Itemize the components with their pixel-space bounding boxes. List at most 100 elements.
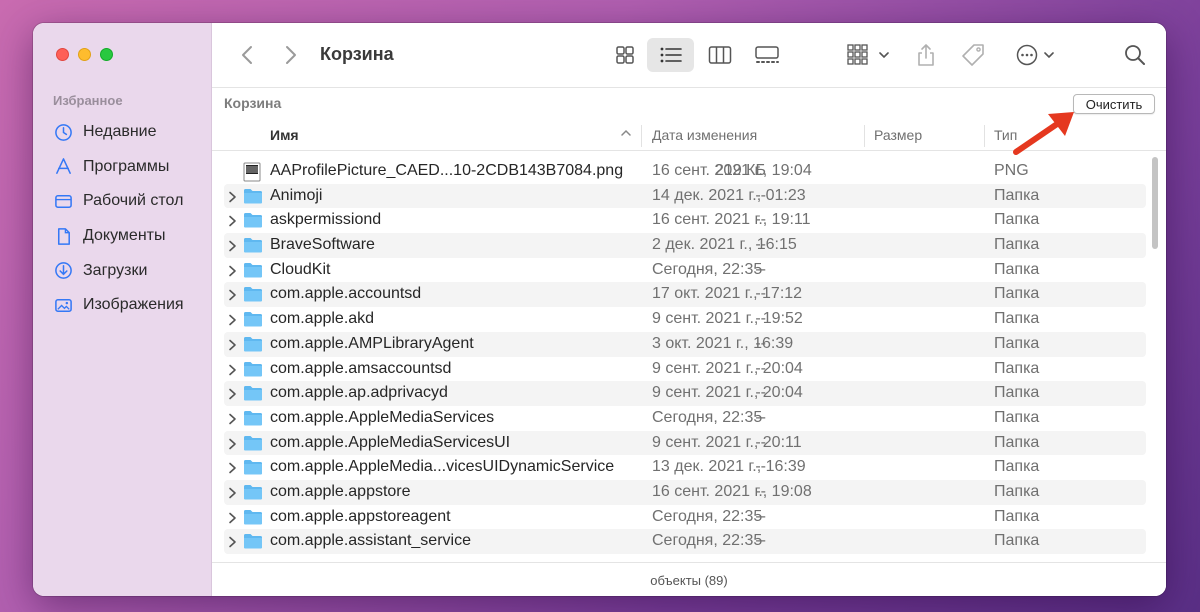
search-button[interactable] bbox=[1120, 38, 1150, 72]
column-divider[interactable] bbox=[864, 125, 865, 147]
file-row[interactable]: com.apple.AppleMedia...vicesUIDynamicSer… bbox=[224, 455, 1146, 480]
chevron-left-icon bbox=[242, 46, 252, 64]
file-row[interactable]: com.apple.akd 9 сент. 2021 г., 19:52 -- Пап… bbox=[224, 307, 1146, 332]
more-actions-button[interactable] bbox=[1012, 38, 1058, 72]
disclosure-chevron-icon[interactable] bbox=[228, 461, 237, 479]
minimize-window-button[interactable] bbox=[78, 48, 91, 61]
disclosure-chevron-icon[interactable] bbox=[228, 412, 237, 430]
disclosure-chevron-icon[interactable] bbox=[228, 535, 237, 553]
view-gallery-button[interactable] bbox=[750, 38, 784, 72]
file-size: -- bbox=[755, 236, 766, 254]
folder-icon bbox=[243, 236, 263, 259]
sidebar-item-desktop[interactable]: Рабочий стол bbox=[45, 184, 203, 219]
file-size: -- bbox=[755, 334, 766, 352]
column-date-header[interactable]: Дата изменения bbox=[652, 127, 757, 143]
file-row[interactable]: askpermissiond 16 сент. 2021 г., 19:11 -- П… bbox=[224, 208, 1146, 233]
zoom-window-button[interactable] bbox=[100, 48, 113, 61]
file-row[interactable]: Animoji 14 дек. 2021 г., 01:23 -- Папка bbox=[224, 183, 1146, 209]
file-date: 9 сент. 2021 г., 20:04 bbox=[652, 359, 803, 377]
file-date: Сегодня, 22:35 bbox=[652, 532, 763, 550]
grid-view-icon bbox=[616, 46, 634, 64]
file-row[interactable]: com.apple.accountsd 17 окт. 2021 г., 17:1… bbox=[224, 282, 1146, 308]
file-size: -- bbox=[755, 359, 766, 377]
file-name: com.apple.AppleMedia...vicesUIDynamicSer… bbox=[270, 458, 615, 476]
column-divider[interactable] bbox=[641, 125, 642, 147]
file-size: -- bbox=[755, 211, 766, 229]
scrollbar-thumb[interactable] bbox=[1152, 157, 1158, 249]
disclosure-chevron-icon[interactable] bbox=[228, 338, 237, 356]
folder-icon bbox=[243, 458, 263, 481]
disclosure-chevron-icon[interactable] bbox=[228, 486, 237, 504]
file-date: Сегодня, 22:35 bbox=[652, 507, 763, 525]
file-name: com.apple.assistant_service bbox=[270, 532, 471, 550]
back-button[interactable] bbox=[236, 41, 258, 69]
disclosure-chevron-icon[interactable] bbox=[228, 214, 237, 232]
disclosure-chevron-icon[interactable] bbox=[228, 239, 237, 257]
sidebar-item-label: Недавние bbox=[83, 123, 157, 141]
folder-icon bbox=[243, 211, 263, 234]
disclosure-chevron-icon[interactable] bbox=[228, 387, 237, 405]
forward-button[interactable] bbox=[280, 41, 302, 69]
file-row[interactable]: com.apple.appstore 16 сент. 2021 г., 19:0… bbox=[224, 479, 1146, 506]
file-row[interactable]: com.apple.AppleMediaServices Сегодня, 22:… bbox=[224, 406, 1146, 431]
share-button[interactable] bbox=[912, 38, 940, 72]
file-size: 219 КБ bbox=[715, 162, 766, 179]
column-divider[interactable] bbox=[984, 125, 985, 147]
sidebar-item-label: Загрузки bbox=[83, 261, 148, 279]
disclosure-chevron-icon[interactable] bbox=[228, 288, 237, 306]
file-size: -- bbox=[755, 186, 766, 204]
view-icons-button[interactable] bbox=[610, 38, 640, 72]
file-date: 16 сент. 2021 г., 19:11 bbox=[652, 211, 811, 229]
sidebar-section-favorites: Избранное bbox=[53, 93, 123, 108]
applications-icon bbox=[56, 158, 71, 175]
status-bar: объекты (89) bbox=[212, 562, 1166, 596]
file-row[interactable]: com.apple.AMPLibraryAgent 3 окт. 2021 г.,… bbox=[224, 331, 1146, 358]
disclosure-chevron-icon[interactable] bbox=[228, 363, 237, 381]
sidebar-item-downloads[interactable]: Загрузки bbox=[45, 253, 203, 288]
disclosure-chevron-icon[interactable] bbox=[228, 190, 237, 208]
disclosure-chevron-icon[interactable] bbox=[228, 313, 237, 331]
column-size-header[interactable]: Размер bbox=[874, 127, 922, 143]
file-size: -- bbox=[755, 458, 766, 476]
file-row[interactable]: CloudKit Сегодня, 22:35 -- Папка bbox=[224, 258, 1146, 283]
file-row[interactable]: com.apple.ap.adprivacyd 9 сент. 2021 г., … bbox=[224, 381, 1146, 406]
sort-ascending-icon[interactable] bbox=[620, 129, 632, 137]
sidebar-item-recents[interactable]: Недавние bbox=[45, 115, 203, 150]
annotation-arrow-icon bbox=[1013, 112, 1074, 155]
folder-icon bbox=[243, 483, 263, 506]
sidebar-item-pictures[interactable]: Изображения bbox=[45, 288, 203, 323]
file-row[interactable]: com.apple.assistant_service Сегодня, 22:3… bbox=[224, 529, 1146, 554]
file-row[interactable]: BraveSoftware 2 дек. 2021 г., 16:15 -- Папк… bbox=[224, 233, 1146, 258]
empty-trash-button[interactable]: Очистить bbox=[1073, 94, 1155, 114]
view-list-button[interactable] bbox=[647, 38, 694, 72]
file-row[interactable]: com.apple.AppleMediaServicesUI 9 сент. 20… bbox=[224, 430, 1146, 456]
sidebar-item-applications[interactable]: Программы bbox=[45, 150, 203, 185]
file-kind: Папка bbox=[994, 260, 1040, 278]
file-row[interactable]: com.apple.amsaccountsd 9 сент. 2021 г., 2… bbox=[224, 357, 1146, 382]
clock-icon bbox=[55, 123, 72, 141]
disclosure-chevron-icon[interactable] bbox=[228, 437, 237, 455]
chevron-down-icon bbox=[879, 52, 889, 59]
file-row[interactable]: com.apple.appstoreagent Сегодня, 22:35 -- П… bbox=[224, 505, 1146, 530]
disclosure-chevron-icon[interactable] bbox=[228, 511, 237, 529]
file-kind: Папка bbox=[994, 458, 1040, 476]
sidebar-item-documents[interactable]: Документы bbox=[45, 219, 203, 254]
photos-icon bbox=[55, 298, 72, 312]
disclosure-chevron-icon[interactable] bbox=[228, 264, 237, 282]
tags-button[interactable] bbox=[958, 38, 990, 72]
close-window-button[interactable] bbox=[56, 48, 69, 61]
file-kind: Папка bbox=[994, 433, 1040, 451]
file-size: -- bbox=[755, 507, 766, 525]
file-kind: Папка bbox=[994, 482, 1040, 500]
file-kind: Папка bbox=[994, 310, 1040, 328]
view-columns-button[interactable] bbox=[705, 38, 735, 72]
file-row[interactable]: AAProfilePicture_CAED...10-2CDB143B7084.… bbox=[224, 159, 1146, 184]
file-date: 2 дек. 2021 г., 16:15 bbox=[652, 236, 797, 254]
file-name: AAProfilePicture_CAED...10-2CDB143B7084.… bbox=[270, 162, 624, 179]
file-date: Сегодня, 22:35 bbox=[652, 408, 763, 426]
column-name-header[interactable]: Имя bbox=[270, 127, 299, 143]
group-button[interactable] bbox=[844, 38, 892, 72]
window-title: Корзина bbox=[320, 44, 394, 64]
vertical-scrollbar[interactable] bbox=[1150, 157, 1160, 562]
folder-icon bbox=[243, 335, 263, 358]
